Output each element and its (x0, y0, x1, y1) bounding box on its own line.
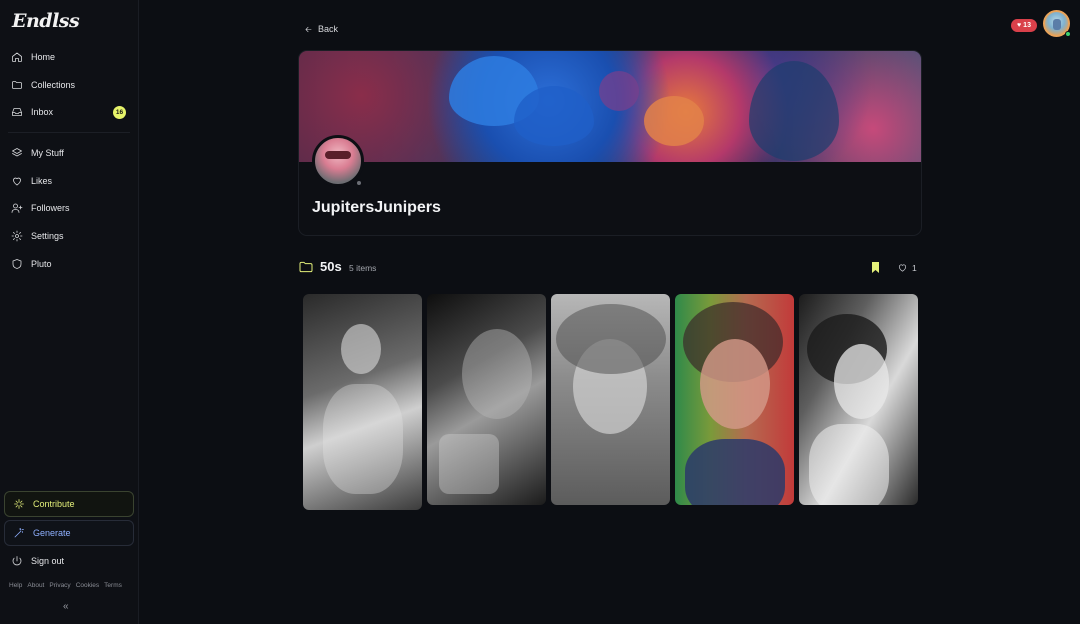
sign-out-button[interactable]: Sign out (4, 549, 132, 573)
thumbnail-2[interactable] (427, 294, 546, 505)
shield-icon (12, 259, 22, 269)
inbox-count-badge: 16 (113, 106, 126, 119)
generate-button[interactable]: Generate (4, 520, 134, 546)
collection-like-button[interactable]: 1 (897, 262, 917, 273)
sidebar: Endlss Home Collections Inbox 16 My Stuf… (0, 0, 139, 624)
bookmark-icon[interactable] (871, 262, 880, 273)
footer-link-about[interactable]: About (27, 582, 44, 589)
collapse-sidebar-button[interactable]: « (63, 601, 69, 612)
sidebar-item-followers[interactable]: Followers (4, 196, 132, 220)
profile-banner (299, 51, 921, 162)
thumbnail-5[interactable] (799, 294, 918, 505)
collection-item-count: 5 items (349, 263, 377, 273)
collection-title: 50s (320, 259, 342, 274)
sidebar-item-collections[interactable]: Collections (4, 73, 132, 97)
heart-icon (13, 177, 21, 186)
sidebar-item-label: Followers (31, 203, 70, 213)
profile-card: JupitersJunipers (298, 50, 922, 236)
heart-icon (898, 264, 907, 272)
user-plus-icon (11, 203, 23, 213)
contribute-label: Contribute (33, 499, 75, 509)
footer-link-terms[interactable]: Terms (104, 582, 122, 589)
power-icon (12, 556, 22, 566)
sidebar-item-label: Settings (31, 231, 64, 241)
likes-counter[interactable]: ♥ 13 (1011, 19, 1037, 32)
back-button[interactable]: Back (304, 24, 338, 34)
app-logo[interactable]: Endlss (12, 10, 80, 32)
thumbnail-3[interactable] (551, 294, 670, 505)
sidebar-item-label: Likes (31, 176, 53, 186)
sidebar-item-label: My Stuff (31, 148, 64, 158)
profile-username: JupitersJunipers (312, 199, 441, 216)
sidebar-item-label: Home (31, 52, 56, 62)
likes-count: 13 (1023, 22, 1031, 29)
sidebar-item-settings[interactable]: Settings (4, 224, 132, 248)
collection-like-count: 1 (912, 262, 917, 273)
sidebar-item-home[interactable]: Home (4, 45, 132, 69)
layers-icon (12, 148, 22, 157)
back-label: Back (318, 24, 339, 34)
folder-icon (12, 81, 22, 89)
sidebar-item-label: Pluto (31, 259, 52, 269)
sparkle-icon (14, 499, 24, 509)
sidebar-item-inbox[interactable]: Inbox 16 (4, 100, 132, 124)
thumbnail-4[interactable] (675, 294, 794, 505)
footer-link-privacy[interactable]: Privacy (49, 582, 70, 589)
magic-wand-icon (14, 528, 24, 538)
footer-link-help[interactable]: Help (9, 582, 22, 589)
sidebar-item-likes[interactable]: Likes (4, 169, 132, 193)
heart-icon: ♥ (1017, 22, 1022, 29)
arrow-left-icon (305, 26, 312, 32)
sidebar-item-pluto[interactable]: Pluto (4, 252, 132, 276)
folder-icon (299, 261, 313, 273)
inbox-icon (12, 108, 22, 116)
gear-icon (11, 230, 23, 242)
sidebar-divider (8, 132, 130, 133)
footer-links: Help About Privacy Cookies Terms (9, 582, 122, 589)
online-status-dot (1065, 31, 1071, 37)
sign-out-label: Sign out (31, 556, 65, 566)
home-icon (12, 52, 22, 62)
footer-link-cookies[interactable]: Cookies (76, 582, 99, 589)
sidebar-item-label: Inbox (31, 107, 54, 117)
sidebar-item-my-stuff[interactable]: My Stuff (4, 141, 132, 165)
generate-label: Generate (33, 528, 71, 538)
sidebar-item-label: Collections (31, 80, 76, 90)
thumbnail-1[interactable] (303, 294, 422, 510)
contribute-button[interactable]: Contribute (4, 491, 134, 517)
profile-status-dot (355, 179, 363, 187)
